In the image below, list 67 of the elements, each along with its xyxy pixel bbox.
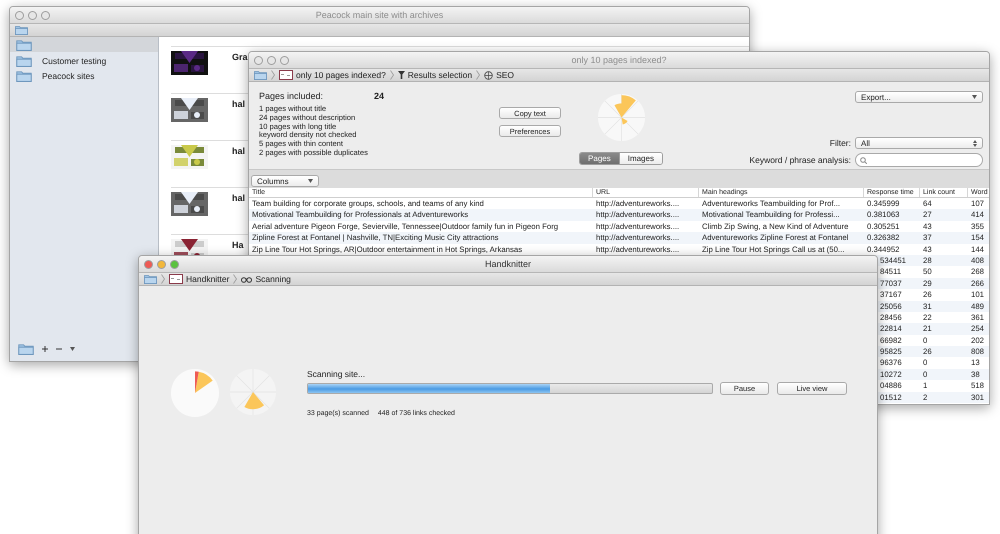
sidebar-item[interactable]: Peacock sites — [10, 68, 158, 83]
zoom-button[interactable] — [41, 10, 50, 20]
columns-dropdown[interactable]: Columns — [251, 175, 319, 187]
window-title: Handknitter — [484, 259, 532, 269]
chevron-icon — [233, 274, 238, 284]
folder-icon — [16, 70, 32, 82]
page-thumbnail-icon — [279, 70, 293, 80]
breadcrumb-item[interactable]: Handknitter — [169, 274, 230, 284]
breadcrumb-item[interactable]: Results selection — [398, 70, 472, 80]
folder-icon — [144, 274, 157, 284]
status-text: Scanning site... — [307, 369, 366, 379]
zoom-button[interactable] — [280, 56, 289, 64]
folder-button[interactable] — [18, 343, 34, 355]
filter-label: Filter: — [830, 138, 851, 148]
page-title: hal — [232, 99, 246, 109]
keyword-label: Keyword / phrase analysis: — [749, 155, 851, 165]
page-title: Ha — [232, 240, 244, 250]
minus-icon[interactable] — [56, 348, 62, 350]
globe-icon — [484, 70, 494, 80]
zoom-button[interactable] — [170, 260, 179, 268]
pages-included-label: Pages included: — [259, 91, 324, 101]
view-tab[interactable]: Pages — [580, 153, 620, 164]
chevron-icon — [161, 274, 165, 284]
breadcrumb-item[interactable]: Scanning — [241, 274, 291, 284]
caret-icon — [972, 95, 977, 99]
pie-chart-drawing — [171, 369, 219, 417]
page-title: hal — [232, 193, 246, 203]
page-title: hal — [232, 146, 246, 156]
minimize-button[interactable] — [28, 10, 37, 20]
radar-chart-drawing — [230, 369, 276, 415]
page-thumbnail-icon — [169, 274, 183, 284]
close-button[interactable] — [15, 10, 24, 20]
export-dropdown[interactable]: Export... — [855, 91, 983, 103]
stepper-icon — [973, 140, 977, 146]
caret-icon — [308, 179, 313, 183]
breadcrumb-folder[interactable] — [254, 70, 267, 80]
window-title: only 10 pages indexed? — [570, 55, 668, 65]
sidebar-item[interactable]: Customer testing — [10, 53, 158, 68]
breadcrumb-folder[interactable] — [15, 25, 28, 35]
page-title: Gra — [232, 52, 248, 62]
minimize-button[interactable] — [157, 260, 166, 268]
search-icon — [860, 156, 867, 164]
minimize-button[interactable] — [267, 56, 276, 64]
binoculars-icon — [241, 276, 252, 282]
caret-icon[interactable] — [70, 347, 75, 351]
window-title: Peacock main site with archives — [314, 10, 444, 20]
close-button[interactable] — [254, 56, 263, 64]
sidebar-item[interactable] — [10, 37, 158, 52]
view-tab[interactable]: Images — [620, 153, 662, 164]
search-field[interactable] — [855, 153, 983, 167]
plus-icon[interactable] — [42, 346, 48, 352]
breadcrumb-item[interactable]: only 10 pages indexed? — [279, 70, 386, 80]
radar-chart-drawing — [598, 94, 644, 141]
folder-icon — [15, 25, 28, 35]
chevron-icon — [476, 70, 480, 80]
folder-icon — [18, 343, 34, 355]
filter-dropdown[interactable]: All — [855, 137, 983, 149]
folder-icon — [16, 38, 32, 50]
close-button[interactable] — [144, 260, 153, 268]
chevron-icon — [271, 70, 275, 80]
breadcrumb-folder[interactable] — [144, 274, 157, 284]
breadcrumb-item[interactable]: SEO — [484, 70, 514, 80]
folder-icon — [254, 70, 267, 80]
funnel-icon — [398, 71, 405, 79]
pages-included-value: 24 — [374, 91, 384, 101]
chevron-icon — [390, 70, 394, 80]
folder-icon — [16, 54, 32, 66]
